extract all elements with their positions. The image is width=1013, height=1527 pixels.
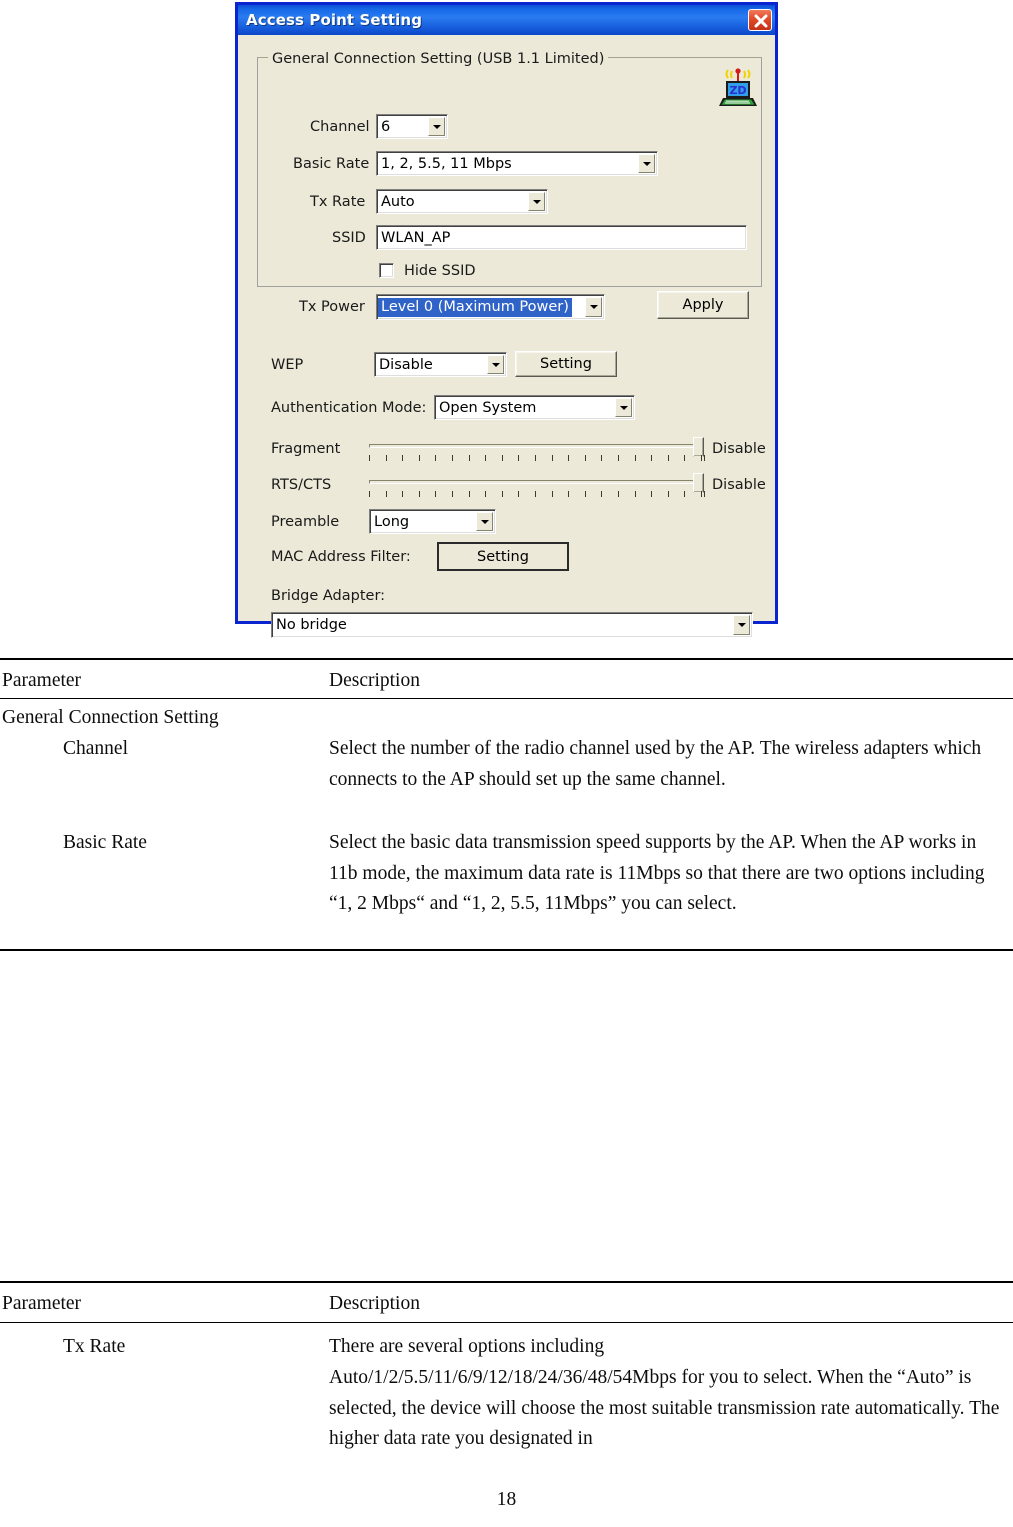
table1-header-rule xyxy=(0,698,1013,699)
document-body: Parameter Description General Connection… xyxy=(0,0,1013,1527)
table2-header-parameter: Parameter xyxy=(2,1293,82,1314)
page-number: 18 xyxy=(496,1489,517,1510)
table2-row1-description-rest: Auto/1/2/5.5/11/6/9/12/18/24/36/48/54Mbp… xyxy=(329,1367,1000,1449)
table1-row2-parameter: Basic Rate xyxy=(63,832,147,853)
table1-row2-description: Select the basic data transmission speed… xyxy=(329,832,985,914)
table2-header-rule xyxy=(0,1322,1013,1323)
table1-row1-description: Select the number of the radio channel u… xyxy=(329,738,982,790)
table2-row1-parameter: Tx Rate xyxy=(63,1336,126,1357)
table1-bottom-rule xyxy=(0,949,1013,951)
table2-header-description: Description xyxy=(329,1293,420,1314)
table1-header-description: Description xyxy=(329,670,420,691)
table1-section-label: General Connection Setting xyxy=(2,707,219,728)
table2-top-rule xyxy=(0,1281,1013,1283)
table2-row1-description-line1: There are several options including xyxy=(329,1336,605,1357)
table1-top-rule xyxy=(0,658,1013,660)
table1-row1-parameter: Channel xyxy=(63,738,128,759)
table1-header-parameter: Parameter xyxy=(2,670,82,691)
